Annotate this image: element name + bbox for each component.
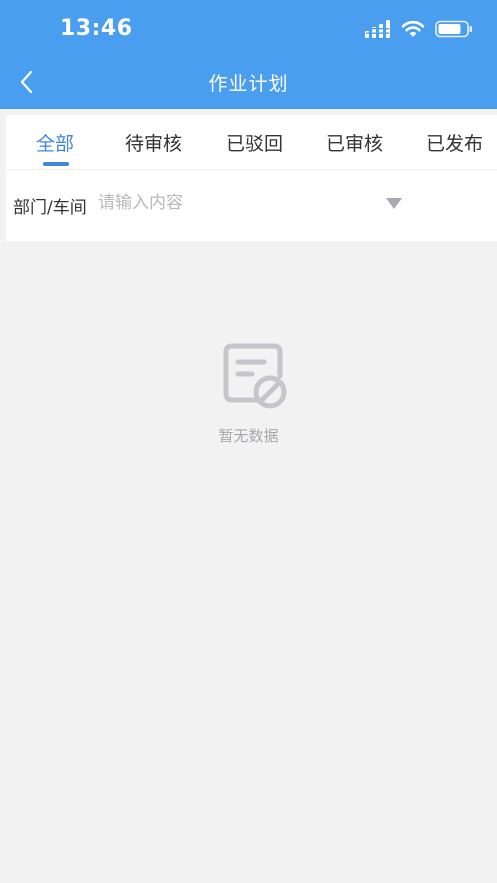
department-filter: 部门/车间 xyxy=(6,170,403,241)
no-data-document-icon xyxy=(223,343,287,409)
status-icons xyxy=(365,20,473,38)
page-title: 作业计划 xyxy=(208,73,289,95)
active-tab-indicator xyxy=(43,162,69,166)
filter-right-area xyxy=(403,170,497,241)
department-input[interactable] xyxy=(98,190,368,216)
status-time: 13:46 xyxy=(60,16,133,41)
department-filter-label: 部门/车间 xyxy=(13,198,87,218)
cellular-signal-icon xyxy=(365,20,390,38)
tab-all[interactable]: 全部 xyxy=(36,129,74,156)
caret-down-icon[interactable] xyxy=(386,198,402,209)
tab-rejected[interactable]: 已驳回 xyxy=(226,129,283,156)
tab-pending-review[interactable]: 待审核 xyxy=(125,129,182,156)
status-tabs: 全部 待审核 已驳回 已审核 已发布 xyxy=(6,115,497,169)
empty-state-text: 暂无数据 xyxy=(218,427,279,445)
tab-reviewed[interactable]: 已审核 xyxy=(326,129,383,156)
battery-icon xyxy=(435,20,472,38)
tab-published[interactable]: 已发布 xyxy=(426,129,483,156)
app-header: 13:46 作业计划 xyxy=(0,0,497,109)
nav-bar: 作业计划 xyxy=(0,55,497,109)
wifi-icon xyxy=(401,20,425,37)
